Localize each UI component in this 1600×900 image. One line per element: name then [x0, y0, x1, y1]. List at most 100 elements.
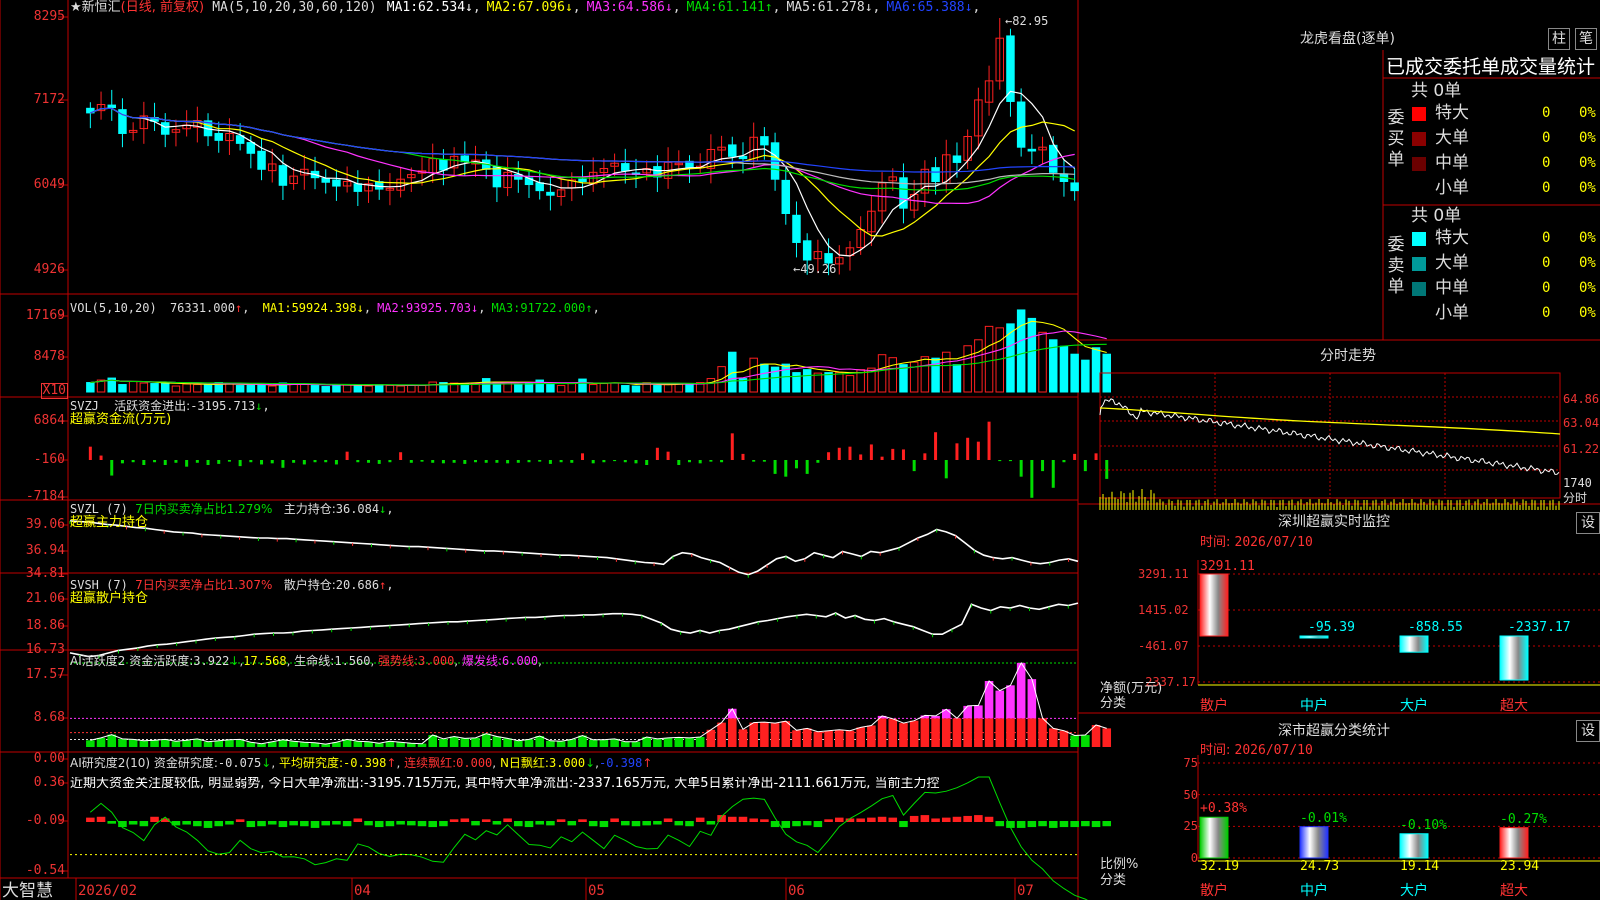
ma-params: MA(5,10,20,30,60,120): [212, 0, 377, 15]
buy-row-pct: 0%: [1579, 155, 1596, 171]
ma-value-6: MA6:65.388↓: [886, 0, 973, 15]
high-price-label: ←82.95: [1005, 14, 1048, 28]
volume-bar: [225, 383, 234, 393]
svsh-value: 20.686: [335, 578, 380, 592]
svzj-bar: [484, 460, 488, 463]
svzj-bar: [1094, 453, 1098, 460]
svzj-bar: [816, 460, 820, 463]
volume-group: [86, 309, 1111, 393]
ai2-bar: [738, 816, 748, 822]
ai2-avg-label: 平均研究度:: [278, 756, 344, 770]
svzl-label: 主力持仓:: [283, 502, 336, 516]
sz-class-value-label: 23.94: [1500, 859, 1540, 874]
ai1-burst-label: 爆发线:: [461, 654, 502, 668]
ai1-group: [86, 662, 1112, 747]
ai2-comment: 近期大资金关注度较低, 明显弱势, 今日大单净流出:-3195.715万元, 其…: [70, 777, 940, 791]
volume-bar: [920, 356, 930, 393]
bar-mode-button[interactable]: 柱: [1548, 28, 1570, 50]
candle-body: [738, 155, 748, 160]
ai2-bar: [610, 818, 619, 822]
ai2-bar: [257, 821, 266, 827]
buy-color-swatch: [1412, 132, 1426, 146]
ai2-bar: [856, 818, 865, 822]
ai2-bar: [963, 815, 972, 822]
svzj-value: -3195.713: [190, 399, 256, 413]
buy-row-pct: 0%: [1579, 180, 1596, 196]
svzj-bar: [720, 460, 724, 463]
sz-monitor-title: 深圳超赢实时监控: [1278, 514, 1390, 530]
ai1-bar: [588, 739, 598, 747]
volume-bar: [824, 372, 833, 393]
ai2-bar: [460, 818, 470, 822]
ai2-bar: [567, 821, 577, 826]
sell-row: 小单 0 0%: [1407, 302, 1600, 326]
sell-row-pct: 0%: [1579, 230, 1596, 246]
volume-bar: [802, 369, 812, 393]
volume-bar: [877, 354, 887, 393]
candle-body: [802, 240, 812, 261]
svzj-bar: [794, 460, 798, 469]
ai2-bar: [1070, 821, 1079, 828]
svzj-bar: [409, 460, 413, 463]
ai1-burst-bar: [995, 690, 1005, 719]
ai1-bar: [728, 718, 737, 747]
ai2-group: [86, 815, 1112, 828]
volume-bar: [128, 381, 138, 393]
sz-monitor-settings-button[interactable]: 设: [1576, 512, 1600, 534]
ma-value-2: MA2:67.096↓: [486, 0, 573, 15]
ai2-bar: [385, 821, 395, 827]
fenshi-unit-label: 分时: [1563, 491, 1588, 505]
ai1-bar: [952, 718, 962, 747]
volume-bar: [364, 385, 373, 393]
ai2-bar: [1102, 821, 1112, 827]
svzj-bar: [966, 437, 970, 460]
ai2-n-label: N日飘红:: [499, 756, 549, 770]
ai1-bar: [214, 740, 224, 747]
star-icon[interactable]: ★: [70, 0, 82, 15]
sz-monitor-xlabel: 分类: [1100, 696, 1127, 711]
sz-monitor-bar: [1399, 635, 1429, 653]
svzj-bar: [976, 441, 980, 460]
ai1-bar: [974, 718, 983, 747]
svzj-bar: [837, 447, 841, 460]
ai2-bar: [182, 821, 191, 825]
tick-mode-button[interactable]: 笔: [1575, 28, 1597, 50]
ai1-bar: [856, 727, 865, 747]
svzj-bar: [431, 460, 435, 463]
svzj-bar: [730, 433, 734, 460]
sz-class-change-label: -0.10%: [1400, 817, 1447, 833]
svsh-axis-tick-label: 21.06: [25, 591, 65, 606]
ai1-bar: [749, 722, 758, 747]
svzj-name: SVZJ: [70, 399, 99, 413]
candle-body: [546, 191, 555, 196]
svzj-bar: [313, 460, 317, 463]
ai1-bar: [909, 720, 919, 747]
svzj-desc: 活跃资金进出:: [114, 399, 191, 413]
ai1-bar: [471, 737, 480, 747]
svsh-name: SVSH: [70, 578, 99, 592]
buy-total: 共 0单: [1411, 81, 1462, 101]
volume-bar: [235, 385, 245, 393]
ai2-bar: [439, 821, 448, 827]
volume-bar: [310, 385, 320, 393]
svzj-axis-tick-label: -7184: [25, 489, 65, 504]
volume-bar: [1091, 347, 1101, 393]
volume-bar: [952, 364, 962, 393]
buy-color-swatch: [1412, 107, 1426, 121]
svzj-bar: [987, 421, 991, 460]
ai1-bar: [481, 733, 491, 747]
sz-class-change-label: -0.27%: [1500, 811, 1547, 827]
volume-bar: [1016, 309, 1026, 393]
svzj-bar: [377, 460, 381, 464]
svzj-bar: [1051, 460, 1055, 488]
svzj-bar: [869, 444, 873, 460]
sz-class-xlabel: 分类: [1100, 873, 1127, 888]
ai2-bar: [1038, 821, 1047, 827]
svzj-bar: [645, 460, 649, 465]
stock-mode: (日线, 前复权): [120, 0, 205, 15]
ai1-bar: [834, 729, 844, 747]
ai2-bar: [139, 821, 149, 827]
sz-class-settings-button[interactable]: 设: [1576, 720, 1600, 742]
ai1-v2: 17.568: [243, 654, 287, 668]
buy-row-value: 0: [1542, 180, 1551, 196]
